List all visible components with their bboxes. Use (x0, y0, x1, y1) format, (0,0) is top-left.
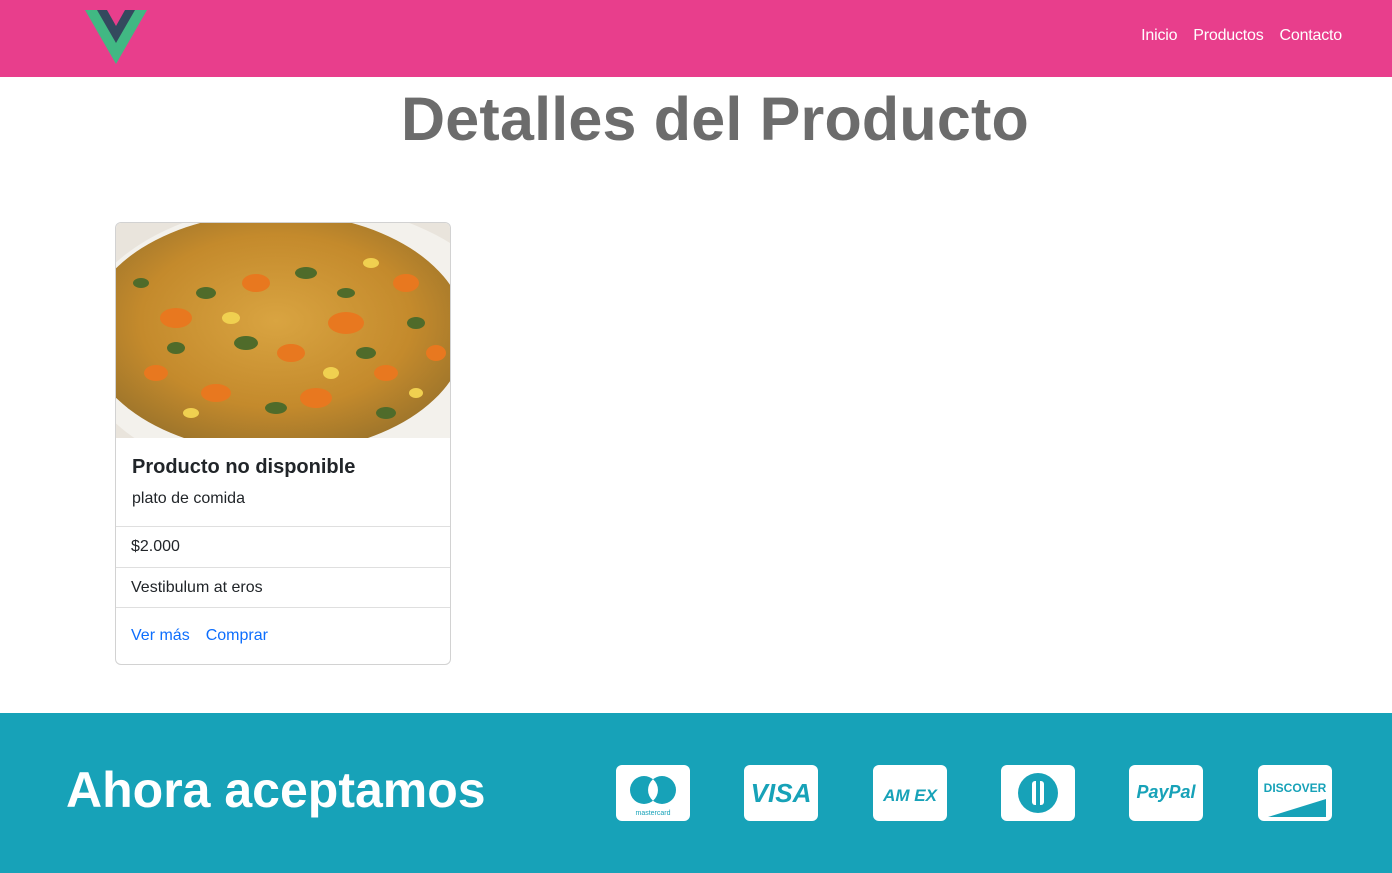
svg-text:AM EX: AM EX (882, 786, 939, 805)
product-image (116, 223, 450, 438)
product-title: Producto no disponible (132, 456, 356, 478)
svg-text:DISCOVER: DISCOVER (1264, 781, 1327, 795)
nav-link-contacto[interactable]: Contacto (1280, 27, 1343, 45)
product-detail: Vestibulum at eros (116, 567, 450, 608)
nav-link-inicio[interactable]: Inicio (1141, 27, 1177, 45)
product-card: Producto no disponible plato de comida $… (115, 222, 451, 665)
nav-link-productos[interactable]: Productos (1193, 27, 1263, 45)
navbar: Inicio Productos Contacto (0, 0, 1392, 77)
footer-title: Ahora aceptamos (66, 762, 486, 818)
paypal-icon: PayPal (1129, 765, 1203, 821)
svg-text:mastercard: mastercard (635, 810, 670, 817)
amex-icon: AM EX (873, 765, 947, 821)
vue-logo-icon[interactable] (85, 10, 147, 64)
svg-text:VISA: VISA (751, 778, 812, 808)
page-title: Detalles del Producto (401, 85, 1029, 153)
footer: Ahora aceptamos mastercard VISA AM EX Pa… (0, 713, 1392, 873)
mastercard-icon: mastercard (616, 765, 690, 821)
ver-mas-link[interactable]: Ver más (131, 627, 190, 645)
visa-icon: VISA (744, 765, 818, 821)
card-body: Producto no disponible plato de comida (116, 438, 450, 526)
comprar-link[interactable]: Comprar (206, 627, 268, 645)
discover-icon: DISCOVER (1258, 765, 1332, 821)
product-description: plato de comida (132, 490, 245, 507)
diners-icon (1001, 765, 1075, 821)
product-price: $2.000 (116, 526, 450, 567)
svg-text:PayPal: PayPal (1136, 782, 1196, 802)
card-footer: Ver más Comprar (116, 607, 450, 664)
nav-menu: Inicio Productos Contacto (1141, 27, 1342, 45)
